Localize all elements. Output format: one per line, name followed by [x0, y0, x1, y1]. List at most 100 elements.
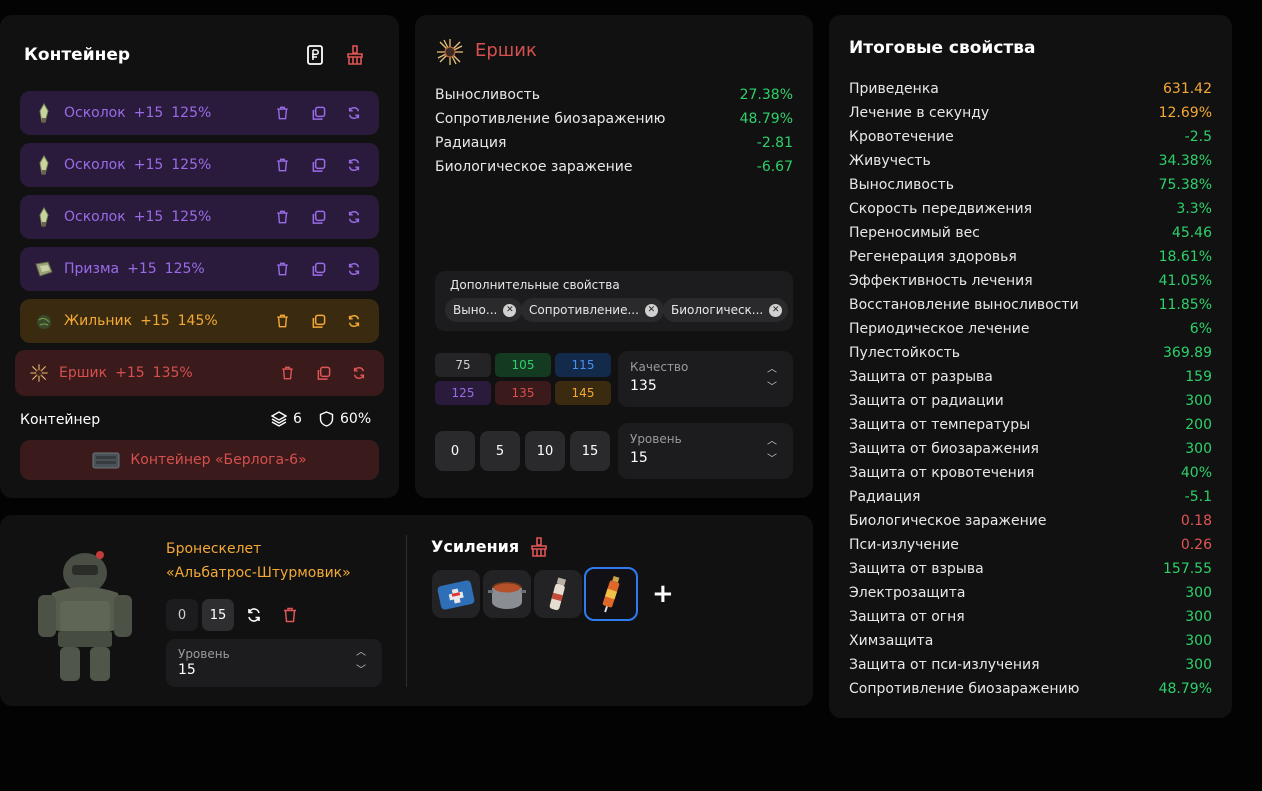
shield-icon [319, 411, 334, 427]
summary-row-name: Эффективность лечения [849, 273, 1033, 289]
armor-level-button[interactable]: 15 [202, 599, 234, 631]
summary-row-value: 159 [1185, 369, 1212, 385]
syringe-icon[interactable] [584, 567, 638, 621]
summary-row: Защита от температуры 200 [849, 413, 1212, 437]
property-chip[interactable]: Биологическ... ✕ [663, 298, 789, 322]
summary-row-name: Периодическое лечение [849, 321, 1030, 337]
boosts-title: Усиления [431, 537, 520, 556]
armor-name[interactable]: Бронескелет «Альбатрос-Штурмовик» [166, 537, 386, 585]
summary-row: Защита от биозаражения 300 [849, 437, 1212, 461]
copy-icon[interactable] [307, 154, 329, 176]
add-boost-button[interactable]: + [652, 581, 674, 607]
vein-icon [34, 311, 54, 331]
level-button[interactable]: 5 [480, 431, 520, 471]
trash-icon[interactable] [271, 206, 293, 228]
property-name: Сопротивление биозаражению [435, 111, 666, 127]
chevron-updown-icon[interactable]: ︿ ﹀ [767, 361, 777, 397]
property-chip[interactable]: Сопротивление... ✕ [521, 298, 664, 322]
artifact-row-plus: +15 [140, 313, 170, 329]
quality-option[interactable]: 115 [555, 353, 611, 377]
summary-row-value: 40% [1180, 465, 1212, 481]
artifact-row-text: Осколок +15 125% [64, 157, 271, 173]
close-icon[interactable]: ✕ [503, 303, 517, 317]
artifact-row[interactable]: Жильник +15 145% [20, 299, 379, 343]
artifact-row-plus: +15 [127, 261, 157, 277]
quality-option[interactable]: 105 [495, 353, 551, 377]
refresh-icon[interactable] [343, 310, 365, 332]
trash-icon[interactable] [274, 599, 306, 631]
divider [406, 535, 407, 687]
stew-pot-icon[interactable] [483, 570, 531, 618]
summary-row-name: Лечение в секунду [849, 105, 990, 121]
copy-icon[interactable] [307, 206, 329, 228]
trash-icon[interactable] [271, 310, 293, 332]
summary-row: Периодическое лечение 6% [849, 317, 1212, 341]
trash-icon[interactable] [276, 362, 298, 384]
close-icon[interactable]: ✕ [644, 303, 658, 317]
refresh-icon[interactable] [343, 154, 365, 176]
summary-row-name: Пси-излучение [849, 537, 959, 553]
level-select-value: 15 [630, 450, 648, 466]
quality-option[interactable]: 125 [435, 381, 491, 405]
artifact-row[interactable]: Призма +15 125% [20, 247, 379, 291]
broom-icon[interactable] [344, 44, 366, 66]
quality-option[interactable]: 145 [555, 381, 611, 405]
medkit-icon[interactable] [432, 570, 480, 618]
trash-icon[interactable] [271, 102, 293, 124]
close-icon[interactable]: ✕ [769, 303, 783, 317]
shard-icon [34, 207, 54, 227]
refresh-icon[interactable] [343, 102, 365, 124]
summary-row-name: Сопротивление биозаражению [849, 681, 1080, 697]
armor-level-select[interactable]: Уровень 15 ︿ ﹀ [166, 639, 382, 687]
artifact-row[interactable]: Осколок +15 125% [20, 195, 379, 239]
ershik-icon [29, 363, 49, 383]
level-button[interactable]: 15 [570, 431, 610, 471]
copy-icon[interactable] [312, 362, 334, 384]
armor-name-line2: «Альбатрос-Штурмовик» [166, 565, 351, 581]
level-button[interactable]: 10 [525, 431, 565, 471]
property-chip[interactable]: Выно... ✕ [445, 298, 523, 322]
broom-icon[interactable] [528, 536, 550, 558]
artifact-row[interactable]: Осколок +15 125% [20, 91, 379, 135]
refresh-icon[interactable] [343, 258, 365, 280]
summary-row: Восстановление выносливости 11.85% [849, 293, 1212, 317]
copy-icon[interactable] [307, 310, 329, 332]
artifact-row-plus: +15 [115, 365, 145, 381]
summary-row-value: 34.38% [1158, 153, 1212, 169]
level-select[interactable]: Уровень 15 ︿ ﹀ [618, 423, 793, 479]
summary-row-value: 300 [1185, 441, 1212, 457]
armor-level-button[interactable]: 0 [166, 599, 198, 631]
chip-label: Сопротивление... [529, 303, 639, 317]
pill-bottle-icon[interactable] [534, 570, 582, 618]
level-select-label: Уровень [630, 432, 682, 446]
quality-select[interactable]: Качество 135 ︿ ﹀ [618, 351, 793, 407]
chevron-updown-icon[interactable]: ︿ ﹀ [356, 644, 366, 680]
chevron-updown-icon[interactable]: ︿ ﹀ [767, 433, 777, 469]
trash-icon[interactable] [271, 154, 293, 176]
summary-row: Кровотечение -2.5 [849, 125, 1212, 149]
artifact-row[interactable]: Осколок +15 125% [20, 143, 379, 187]
quality-option[interactable]: 75 [435, 353, 491, 377]
artifact-row[interactable]: Ершик +15 135% [15, 350, 384, 396]
copy-icon[interactable] [307, 258, 329, 280]
refresh-icon[interactable] [343, 206, 365, 228]
artifact-row-plus: +15 [133, 105, 164, 121]
artifact-row-name: Жильник [64, 313, 133, 329]
container-select-button[interactable]: Контейнер «Берлога-6» [20, 440, 379, 480]
slots-value: 6 [293, 411, 302, 427]
quality-option[interactable]: 135 [495, 381, 551, 405]
artifact-row-text: Осколок +15 125% [64, 105, 271, 121]
summary-row: Защита от кровотечения 40% [849, 461, 1212, 485]
summary-row-name: Кровотечение [849, 129, 954, 145]
summary-row-name: Биологическое заражение [849, 513, 1047, 529]
refresh-icon[interactable] [238, 599, 270, 631]
shard-icon [34, 103, 54, 123]
artifact-properties: Выносливость 27.38% Сопротивление биозара… [435, 83, 793, 179]
ruble-document-icon[interactable] [304, 44, 326, 66]
trash-icon[interactable] [271, 258, 293, 280]
refresh-icon[interactable] [348, 362, 370, 384]
copy-icon[interactable] [307, 102, 329, 124]
level-button[interactable]: 0 [435, 431, 475, 471]
summary-row-value: 369.89 [1163, 345, 1212, 361]
property-value: -6.67 [756, 159, 793, 175]
